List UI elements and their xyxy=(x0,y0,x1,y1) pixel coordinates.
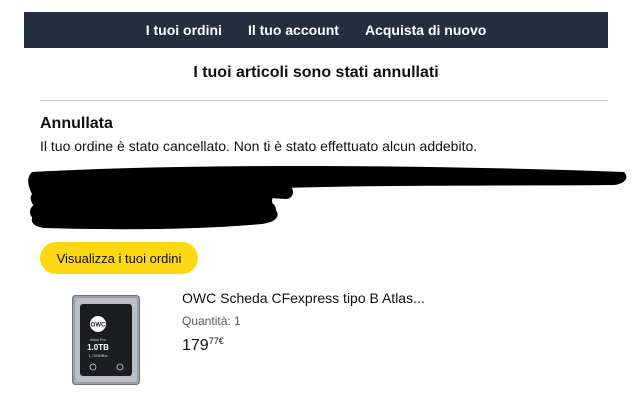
nav-buy-again-link[interactable]: Acquista di nuovo xyxy=(365,22,486,38)
price-whole: 179 xyxy=(182,337,209,354)
cfexpress-card-image[interactable]: OWC Atlas Pro 1.0TB 1,700MB/s xyxy=(72,295,140,385)
quantity-value: 1 xyxy=(234,314,241,328)
divider xyxy=(40,100,608,101)
view-your-orders-button[interactable]: Visualizza i tuoi ordini xyxy=(40,242,198,274)
card-series-label: Atlas Pro xyxy=(90,337,107,342)
card-speed-label: 1,700MB/s xyxy=(88,353,107,358)
product-price: 17977€ xyxy=(182,336,224,354)
page-headline: I tuoi articoli sono stati annullati xyxy=(193,64,439,81)
cancellation-email: I tuoi ordini Il tuo account Acquista di… xyxy=(0,0,632,413)
nav-your-orders-link[interactable]: I tuoi ordini xyxy=(146,22,222,38)
redaction-scribble xyxy=(28,166,627,230)
status-title: Annullata xyxy=(40,115,113,132)
quantity-row: Quantità: 1 xyxy=(182,314,241,328)
status-description: Il tuo ordine è stato cancellato. Non ti… xyxy=(40,138,478,154)
quantity-label: Quantità: xyxy=(182,314,231,328)
top-navigation: I tuoi ordini Il tuo account Acquista di… xyxy=(24,12,608,48)
card-capacity-label: 1.0TB xyxy=(87,343,109,352)
product-title-link[interactable]: OWC Scheda CFexpress tipo B Atlas... xyxy=(182,290,425,306)
card-brand-label: OWC xyxy=(91,323,106,329)
price-cents: 77€ xyxy=(208,336,224,346)
nav-your-account-link[interactable]: Il tuo account xyxy=(248,22,339,38)
